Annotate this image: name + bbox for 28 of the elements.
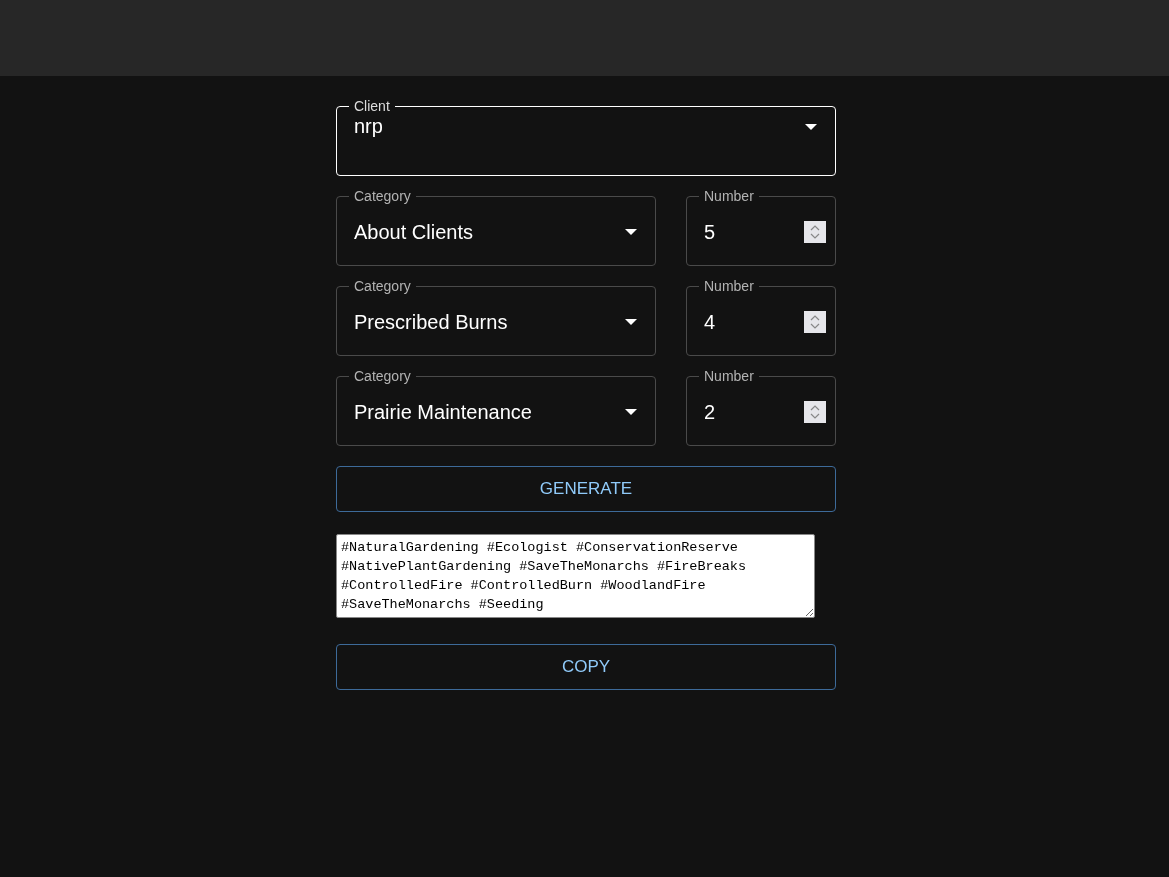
caret-icon xyxy=(805,123,817,130)
select-value: About Clients xyxy=(354,220,474,244)
spinner-icon[interactable] xyxy=(804,311,826,333)
hashtag-output-textarea[interactable]: #NaturalGardening #Ecologist #ConservationReserve #NativePlantGardening #SaveTheMonarchs #FireBreaks #ControlledFire #ControlledBurn #WoodlandFire #SaveTheMonarchs #Seeding xyxy=(336,534,815,618)
copy-button[interactable]: COPY xyxy=(336,644,836,690)
caret-icon xyxy=(625,229,637,235)
number-value: 4 xyxy=(704,310,717,334)
generate-button[interactable]: GENERATE xyxy=(336,466,836,512)
caret-icon xyxy=(625,319,637,325)
spinner-icon[interactable] xyxy=(804,221,826,243)
number-input[interactable]: Number 2 xyxy=(686,367,836,446)
client-select[interactable]: Client nrp xyxy=(336,97,836,176)
caret-icon xyxy=(625,409,637,415)
number-input[interactable]: Number 4 xyxy=(686,277,836,356)
select-value: nrp xyxy=(354,115,384,138)
select-value: Prescribed Burns xyxy=(354,310,509,334)
select-value: Prairie Maintenance xyxy=(354,400,533,424)
field-label: Number xyxy=(703,277,755,295)
field-label: Number xyxy=(703,187,755,205)
number-value: 5 xyxy=(704,220,717,244)
field-label: Category xyxy=(353,367,412,385)
number-input[interactable]: Number 5 xyxy=(686,187,836,266)
field-label: Category xyxy=(353,187,412,205)
number-value: 2 xyxy=(704,400,717,424)
field-label: Number xyxy=(703,367,755,385)
field-label: Client xyxy=(353,97,391,115)
spinner-icon[interactable] xyxy=(804,401,826,423)
field-label: Category xyxy=(353,277,412,295)
